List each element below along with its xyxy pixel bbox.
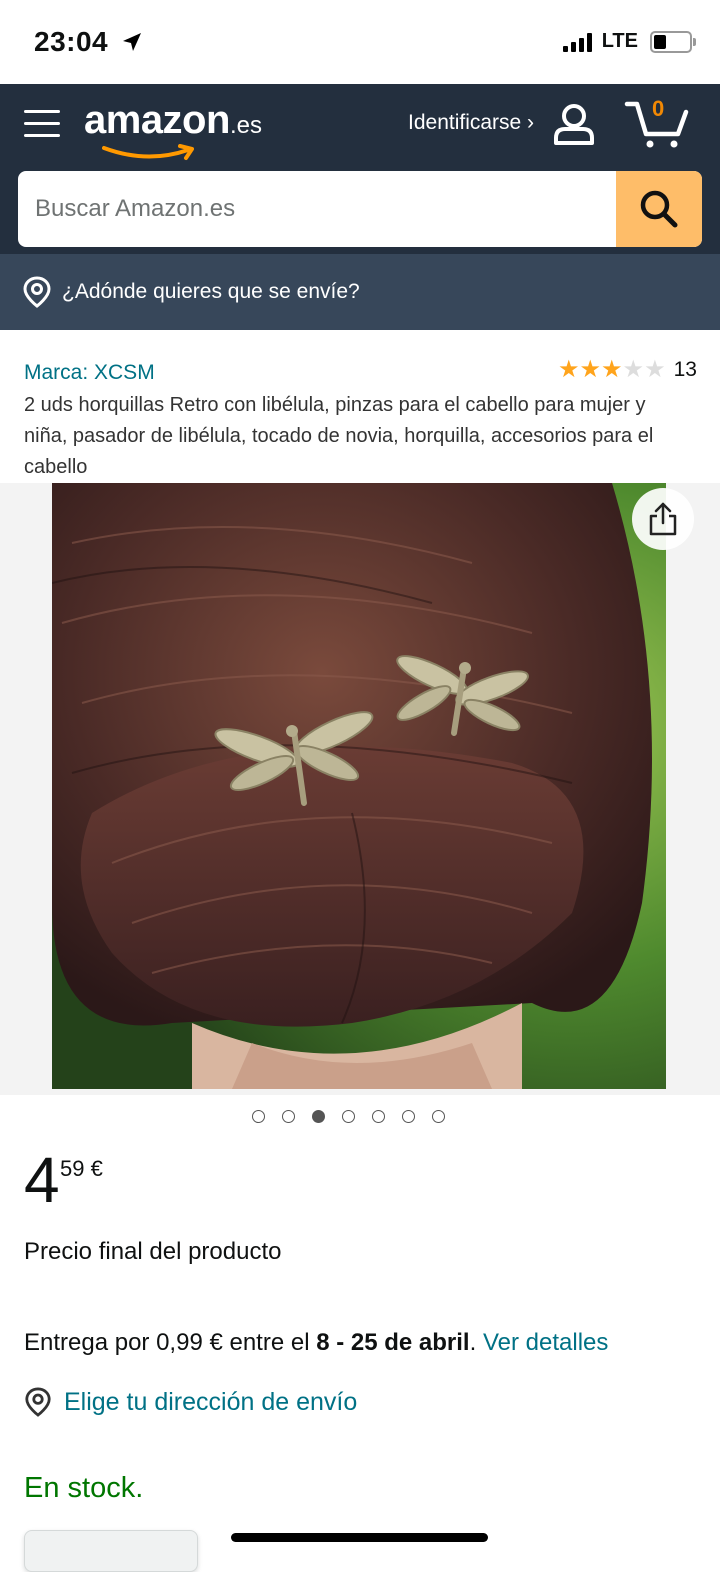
battery-icon (650, 30, 696, 53)
carousel-dot[interactable] (252, 1110, 265, 1123)
rating-count[interactable]: 13 (674, 358, 697, 382)
product-image-gallery[interactable] (0, 483, 720, 1095)
star-icon: ★ (558, 356, 580, 383)
signal-icon (562, 32, 592, 52)
signin-link[interactable]: Identificarse › (408, 111, 534, 135)
product-photo[interactable] (52, 483, 666, 1089)
carousel-dot[interactable] (282, 1110, 295, 1123)
share-button[interactable] (632, 488, 694, 550)
image-carousel-dots[interactable] (252, 1110, 445, 1123)
carousel-dot[interactable] (372, 1110, 385, 1123)
stock-status: En stock. (24, 1472, 144, 1504)
price-whole: 4 (24, 1144, 60, 1216)
delivery-prefix: Entrega por 0,99 € entre el (24, 1329, 317, 1356)
amazon-logo[interactable]: amazon.es (84, 98, 262, 160)
price-note: Precio final del producto (24, 1238, 282, 1265)
star-icon: ★ (644, 356, 666, 383)
quantity-dropdown[interactable] (24, 1530, 198, 1572)
choose-address-text: Elige tu dirección de envío (64, 1387, 358, 1416)
status-time: 23:04 (34, 26, 109, 57)
search-input[interactable]: Buscar Amazon.es (35, 195, 235, 223)
delivery-dates: 8 - 25 de abril (316, 1329, 470, 1356)
carousel-dot[interactable] (432, 1110, 445, 1123)
network-type: LTE (601, 30, 638, 52)
logo-tld: .es (229, 112, 262, 139)
carousel-dot[interactable] (312, 1110, 325, 1123)
delivery-location-bar[interactable]: ¿Adónde quieres que se envíe? (0, 254, 720, 330)
cart-count: 0 (652, 96, 665, 121)
status-indicators: LTE (562, 30, 696, 53)
product-title: 2 uds horquillas Retro con libélula, pin… (24, 394, 654, 478)
status-bar: 23:04 LTE (0, 0, 720, 84)
delivery-info: Entrega por 0,99 € entre el 8 - 25 de ab… (24, 1329, 608, 1357)
delivery-location-text: ¿Adónde quieres que se envíe? (62, 280, 360, 303)
location-arrow-icon (120, 30, 144, 59)
carousel-dot[interactable] (402, 1110, 415, 1123)
price: 4 59 € (24, 1148, 103, 1212)
price-fraction: 59 € (60, 1156, 103, 1181)
search-bar: Buscar Amazon.es (18, 171, 702, 247)
carousel-dot[interactable] (342, 1110, 355, 1123)
rating-stars[interactable]: ★ ★ ★ ★ ★ 13 (558, 358, 697, 382)
search-icon (640, 190, 678, 228)
share-icon (649, 502, 677, 536)
delivery-suffix: . (469, 1329, 483, 1356)
star-icon: ★ (601, 356, 623, 383)
choose-address-link[interactable]: Elige tu dirección de envío (24, 1386, 357, 1418)
search-button[interactable] (616, 171, 702, 247)
hamburger-menu-icon[interactable] (24, 108, 60, 140)
top-nav: amazon.es Identificarse › 0 Buscar Amazo… (0, 84, 720, 254)
star-icon: ★ (579, 356, 602, 383)
delivery-details-link[interactable]: Ver detalles (483, 1329, 608, 1356)
logo-smile-icon (102, 144, 194, 160)
star-icon: ★ (622, 356, 645, 383)
user-icon[interactable] (552, 102, 596, 151)
location-pin-icon (22, 276, 52, 313)
brand-link[interactable]: Marca: XCSM (24, 361, 155, 385)
location-pin-icon (25, 1387, 51, 1417)
home-indicator (231, 1533, 488, 1542)
logo-word: amazon (84, 98, 230, 142)
